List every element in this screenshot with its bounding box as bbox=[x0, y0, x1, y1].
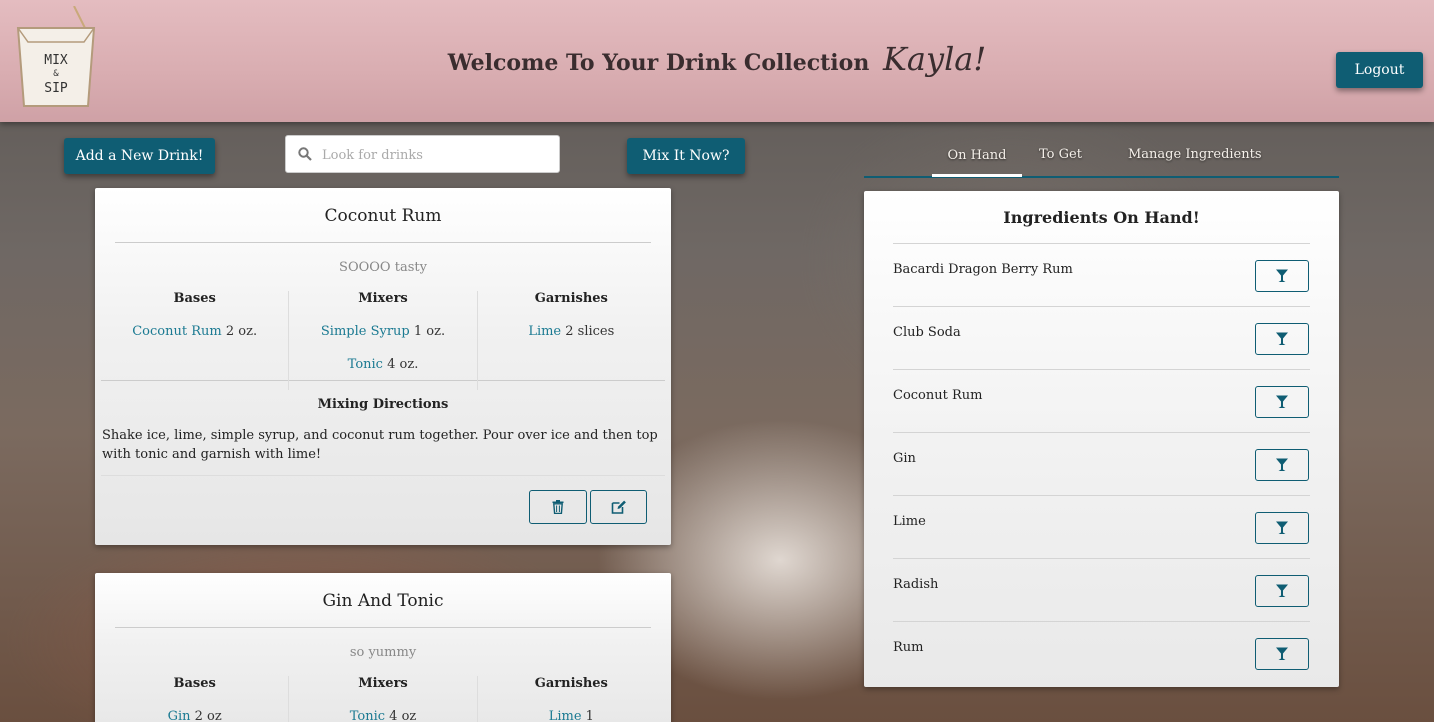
ingredient-name: Gin bbox=[893, 451, 916, 466]
ingredient-columns: Bases Coconut Rum 2 oz. Mixers Simple Sy… bbox=[95, 291, 671, 390]
drink-description: so yummy bbox=[349, 645, 417, 660]
ingredient-item: Gin 2 oz bbox=[101, 709, 288, 722]
ingredient-amount: 2 oz. bbox=[225, 324, 258, 339]
bases-column: Bases Gin 2 oz bbox=[101, 676, 288, 722]
ingredient-link[interactable]: Lime bbox=[528, 324, 561, 339]
ingredients-on-hand-panel: Ingredients On Hand! Bacardi Dragon Berr… bbox=[864, 191, 1339, 687]
list-item: Radish bbox=[893, 558, 1310, 621]
tab-to-get[interactable]: To Get bbox=[1039, 147, 1082, 162]
app-header: MIX & SIP Welcome To Your Drink Collecti… bbox=[0, 0, 1434, 122]
ingredient-amount: 1 oz. bbox=[413, 324, 446, 339]
bases-column: Bases Coconut Rum 2 oz. bbox=[101, 291, 288, 390]
ingredient-amount: 1 bbox=[585, 709, 594, 722]
garnishes-header: Garnishes bbox=[534, 676, 608, 691]
ingredient-link[interactable]: Coconut Rum bbox=[132, 324, 221, 339]
ingredient-amount: 2 slices bbox=[565, 324, 615, 339]
ingredient-link[interactable]: Tonic bbox=[348, 357, 383, 372]
logout-button[interactable]: Logout bbox=[1336, 52, 1423, 88]
search-box[interactable] bbox=[285, 135, 560, 173]
cocktail-glass-icon bbox=[1276, 269, 1288, 282]
ingredient-tabs: On Hand To Get Manage Ingredients bbox=[864, 138, 1339, 178]
mixers-column: Mixers Tonic 4 oz bbox=[288, 676, 476, 722]
drink-name: Coconut Rum bbox=[324, 206, 442, 226]
ingredient-amount: 4 oz. bbox=[387, 357, 419, 372]
ingredient-link[interactable]: Tonic bbox=[350, 709, 385, 722]
mix-with-ingredient-button[interactable] bbox=[1255, 575, 1309, 607]
bases-header: Bases bbox=[173, 291, 216, 306]
search-icon bbox=[298, 147, 312, 161]
bases-header: Bases bbox=[173, 676, 216, 691]
tab-on-hand[interactable]: On Hand bbox=[932, 147, 1022, 177]
ingredient-list: Bacardi Dragon Berry Rum Club Soda Cocon… bbox=[893, 243, 1310, 684]
cocktail-glass-icon bbox=[1276, 458, 1288, 471]
welcome-heading: Welcome To Your Drink Collection Kayla! bbox=[0, 40, 1434, 78]
cocktail-glass-icon bbox=[1276, 584, 1288, 597]
cocktail-glass-icon bbox=[1276, 521, 1288, 534]
list-item: Gin bbox=[893, 432, 1310, 495]
drink-card: Gin And Tonic so yummy Bases Gin 2 oz Mi… bbox=[95, 573, 671, 722]
edit-drink-button[interactable] bbox=[590, 490, 647, 524]
search-input[interactable] bbox=[322, 144, 552, 166]
mix-with-ingredient-button[interactable] bbox=[1255, 638, 1309, 670]
mix-it-now-button[interactable]: Mix It Now? bbox=[627, 138, 745, 174]
ingredient-item: Tonic 4 oz bbox=[289, 709, 476, 722]
card-divider bbox=[115, 627, 651, 628]
ingredient-item: Simple Syrup 1 oz. bbox=[289, 324, 476, 357]
welcome-text: Welcome To Your Drink Collection bbox=[447, 50, 870, 76]
logo-text-sip: SIP bbox=[44, 81, 68, 96]
ingredient-amount: 4 oz bbox=[389, 709, 417, 722]
trash-icon bbox=[552, 500, 564, 514]
card-divider bbox=[115, 242, 651, 243]
mix-with-ingredient-button[interactable] bbox=[1255, 386, 1309, 418]
mix-with-ingredient-button[interactable] bbox=[1255, 323, 1309, 355]
card-actions bbox=[101, 475, 665, 545]
edit-icon bbox=[611, 500, 626, 514]
mixing-directions-text: Shake ice, lime, simple syrup, and cocon… bbox=[102, 428, 658, 462]
drink-name: Gin And Tonic bbox=[322, 591, 444, 611]
mix-with-ingredient-button[interactable] bbox=[1255, 260, 1309, 292]
mixers-header: Mixers bbox=[358, 676, 408, 691]
delete-drink-button[interactable] bbox=[529, 490, 587, 524]
mixing-directions-header: Mixing Directions bbox=[317, 397, 449, 412]
user-name: Kayla! bbox=[883, 40, 987, 78]
list-item: Rum bbox=[893, 621, 1310, 684]
drink-card: Coconut Rum SOOOO tasty Bases Coconut Ru… bbox=[95, 188, 671, 545]
drink-description: SOOOO tasty bbox=[339, 260, 427, 275]
ingredient-columns: Bases Gin 2 oz Mixers Tonic 4 oz Garnish… bbox=[95, 676, 671, 722]
add-drink-button[interactable]: Add a New Drink! bbox=[64, 138, 215, 174]
ingredient-amount: 2 oz bbox=[194, 709, 222, 722]
ingredient-name: Radish bbox=[893, 577, 939, 592]
ingredient-name: Bacardi Dragon Berry Rum bbox=[893, 262, 1073, 277]
garnishes-column: Garnishes Lime 2 slices bbox=[476, 291, 665, 390]
tab-manage-ingredients[interactable]: Manage Ingredients bbox=[1128, 147, 1262, 162]
ingredient-name: Rum bbox=[893, 640, 924, 655]
ingredient-item: Tonic 4 oz. bbox=[289, 357, 476, 390]
list-item: Bacardi Dragon Berry Rum bbox=[893, 243, 1310, 306]
ingredient-item: Lime 1 bbox=[478, 709, 665, 722]
ingredient-name: Club Soda bbox=[893, 325, 961, 340]
ingredient-item: Coconut Rum 2 oz. bbox=[101, 324, 288, 357]
cocktail-glass-icon bbox=[1276, 395, 1288, 408]
mix-with-ingredient-button[interactable] bbox=[1255, 449, 1309, 481]
garnishes-header: Garnishes bbox=[534, 291, 608, 306]
mixers-column: Mixers Simple Syrup 1 oz. Tonic 4 oz. bbox=[288, 291, 476, 390]
ingredient-item: Lime 2 slices bbox=[478, 324, 665, 357]
mixers-header: Mixers bbox=[358, 291, 408, 306]
list-item: Lime bbox=[893, 495, 1310, 558]
ingredient-link[interactable]: Simple Syrup bbox=[321, 324, 410, 339]
panel-title: Ingredients On Hand! bbox=[1003, 208, 1200, 227]
cocktail-glass-icon bbox=[1276, 647, 1288, 660]
list-item: Club Soda bbox=[893, 306, 1310, 369]
ingredient-link[interactable]: Gin bbox=[168, 709, 191, 722]
ingredient-name: Lime bbox=[893, 514, 926, 529]
ingredient-link[interactable]: Lime bbox=[549, 709, 582, 722]
cocktail-glass-icon bbox=[1276, 332, 1288, 345]
garnishes-column: Garnishes Lime 1 bbox=[476, 676, 665, 722]
list-item: Coconut Rum bbox=[893, 369, 1310, 432]
mix-with-ingredient-button[interactable] bbox=[1255, 512, 1309, 544]
ingredient-name: Coconut Rum bbox=[893, 388, 983, 403]
